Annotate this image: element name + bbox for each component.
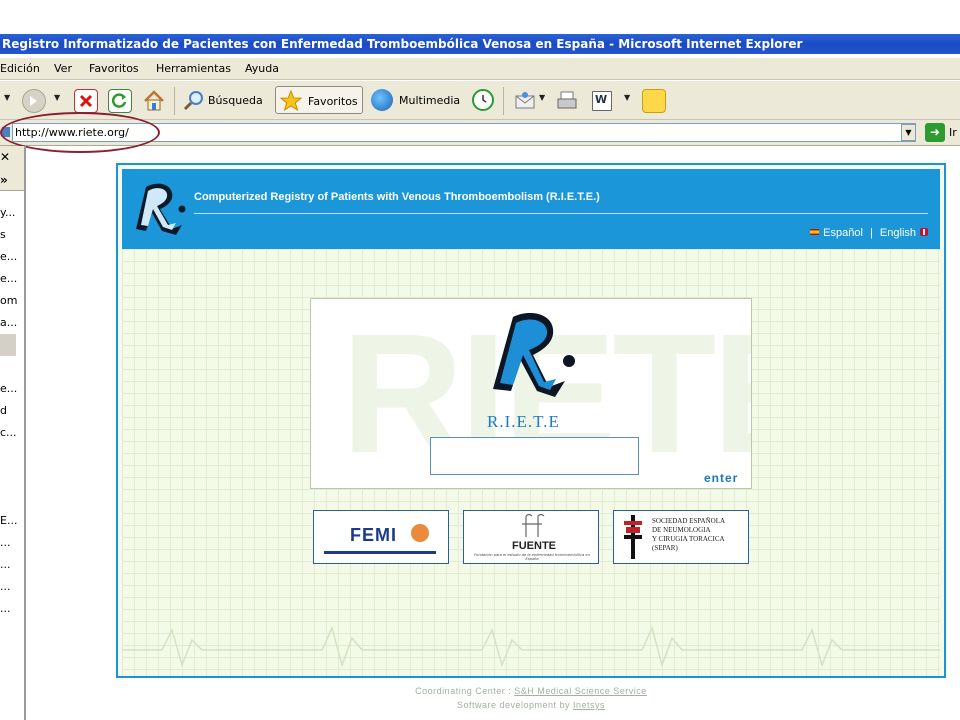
back-dropdown-icon[interactable]: ▼	[4, 93, 10, 102]
coordinating-link[interactable]: S&H Medical Science Service	[514, 686, 647, 696]
femi-underline	[324, 551, 436, 554]
history-icon[interactable]	[472, 89, 494, 111]
favorites-button-label: Favoritos	[308, 95, 358, 108]
stop-icon[interactable]	[74, 89, 98, 113]
toolbar-separator	[503, 87, 504, 115]
software-link[interactable]: Inetsys	[573, 700, 605, 710]
login-panel: RIETE R.I.E.T.E enter	[310, 298, 752, 489]
sidebar-item[interactable]: s	[0, 228, 6, 241]
lang-spanish-link[interactable]: Español	[823, 227, 863, 239]
fuente-emblem-icon	[522, 513, 545, 537]
software-line: Software development by Inetsys	[116, 698, 946, 712]
forward-dropdown-icon[interactable]: ▼	[54, 93, 60, 102]
sidebar-item[interactable]: e...	[0, 250, 17, 263]
menu-ver[interactable]: Ver	[54, 62, 72, 75]
software-label: Software development by	[456, 700, 571, 710]
access-code-input[interactable]	[430, 437, 639, 475]
sidebar-header: ✕ »	[0, 146, 24, 191]
page-footer: Coordinating Center : S&H Medical Scienc…	[116, 684, 946, 712]
separ-line: SOCIEDAD ESPAÑOLA	[652, 517, 726, 525]
sidebar-item[interactable]: e...	[0, 272, 17, 285]
menu-ayuda[interactable]: Ayuda	[245, 62, 279, 75]
coordinating-center-line: Coordinating Center : S&H Medical Scienc…	[116, 684, 946, 698]
spain-flag-icon	[810, 229, 820, 235]
sidebar-close-icon[interactable]: ✕	[0, 150, 10, 164]
separ-line: DE NEUMOLOGIA	[652, 526, 711, 534]
sidebar-selected-row	[0, 334, 16, 356]
riete-logo-text: R.I.E.T.E	[487, 412, 560, 431]
window-title-bar: Registro Informatizado de Pacientes con …	[0, 34, 960, 54]
sidebar-expand-icon[interactable]: »	[0, 173, 8, 187]
mail-icon[interactable]	[513, 89, 535, 111]
femi-logo-link[interactable]: FEMI	[313, 510, 449, 564]
separ-line: (SEPAR)	[652, 544, 678, 552]
menu-favoritos[interactable]: Favoritos	[89, 62, 139, 75]
riete-header-logo-icon	[136, 183, 186, 235]
menu-edicion[interactable]: Edición	[0, 62, 40, 75]
coordinating-label: Coordinating Center :	[415, 686, 512, 696]
multimedia-icon[interactable]	[371, 89, 393, 111]
address-dropdown-icon[interactable]: ▼	[901, 124, 916, 141]
femi-logo-text: FEMI	[350, 525, 397, 545]
go-button-label[interactable]: Ir	[949, 126, 957, 139]
fuente-logo-link[interactable]: FUENTE Fundación para el estudio de la e…	[463, 510, 599, 564]
separ-emblem-icon	[624, 515, 642, 559]
favorites-button[interactable]: Favoritos	[275, 86, 363, 114]
window-title: Registro Informatizado de Pacientes con …	[2, 37, 803, 51]
sidebar-item[interactable]: y...	[0, 206, 15, 219]
uk-flag-icon	[920, 228, 928, 236]
refresh-icon[interactable]	[108, 89, 132, 113]
separ-text: SOCIEDAD ESPAÑOLA DE NEUMOLOGIA Y CIRUGI…	[652, 517, 725, 553]
femi-ball-icon	[411, 524, 429, 542]
home-icon[interactable]	[142, 89, 164, 111]
riete-main-logo-icon	[493, 313, 575, 397]
toolbar-separator	[174, 87, 175, 115]
lang-english-link[interactable]: English	[880, 227, 916, 239]
search-icon[interactable]	[182, 89, 204, 111]
messenger-icon[interactable]	[642, 89, 666, 113]
site-header: Computerized Registry of Patients with V…	[122, 169, 940, 249]
sidebar-item[interactable]: a...	[0, 316, 17, 329]
go-arrow-icon[interactable]: ➜	[925, 123, 945, 142]
sidebar-item[interactable]: E...	[0, 514, 17, 527]
edit-dropdown-icon[interactable]: ▼	[624, 93, 630, 102]
sidebar-item[interactable]: e...	[0, 382, 17, 395]
print-icon[interactable]	[555, 89, 577, 111]
header-divider	[194, 213, 928, 214]
fuente-caption: Fundación para el estudio de la enfermed…	[474, 553, 590, 561]
forward-icon[interactable]	[22, 89, 46, 113]
favorites-sidebar: ✕ » y... s e... e... om a... e... d c...…	[0, 146, 26, 720]
sidebar-item[interactable]: ...	[0, 536, 11, 549]
word-edit-icon[interactable]: W	[592, 91, 612, 111]
sidebar-item[interactable]: d	[0, 404, 7, 417]
riete-web-page: Computerized Registry of Patients with V…	[116, 163, 946, 678]
sidebar-item[interactable]: c...	[0, 426, 17, 439]
language-selector: Español | English	[810, 227, 928, 239]
menu-herramientas[interactable]: Herramientas	[156, 62, 231, 75]
fuente-logo-text: FUENTE	[512, 540, 556, 552]
toolbar: ▼ ▼ Búsqueda Favoritos Multimedia ▼ W ▼	[0, 81, 960, 120]
sidebar-item[interactable]: ...	[0, 558, 11, 571]
sidebar-item[interactable]: ...	[0, 602, 11, 615]
separ-line: Y CIRUGIA TORACICA	[652, 535, 725, 543]
site-title: Computerized Registry of Patients with V…	[194, 191, 600, 203]
heartbeat-decoration	[122, 625, 940, 668]
menu-bar: Edición Ver Favoritos Herramientas Ayuda	[0, 58, 960, 80]
mail-dropdown-icon[interactable]: ▼	[539, 93, 545, 102]
lang-separator: |	[870, 227, 873, 239]
sidebar-item[interactable]: ...	[0, 580, 11, 593]
word-letter-icon: W	[595, 93, 608, 106]
star-icon	[279, 89, 303, 112]
separ-logo-link[interactable]: SOCIEDAD ESPAÑOLA DE NEUMOLOGIA Y CIRUGI…	[613, 510, 749, 564]
multimedia-button-label[interactable]: Multimedia	[399, 94, 460, 107]
search-button-label[interactable]: Búsqueda	[208, 94, 263, 107]
sidebar-item[interactable]: om	[0, 294, 17, 307]
enter-link[interactable]: enter	[704, 471, 738, 485]
